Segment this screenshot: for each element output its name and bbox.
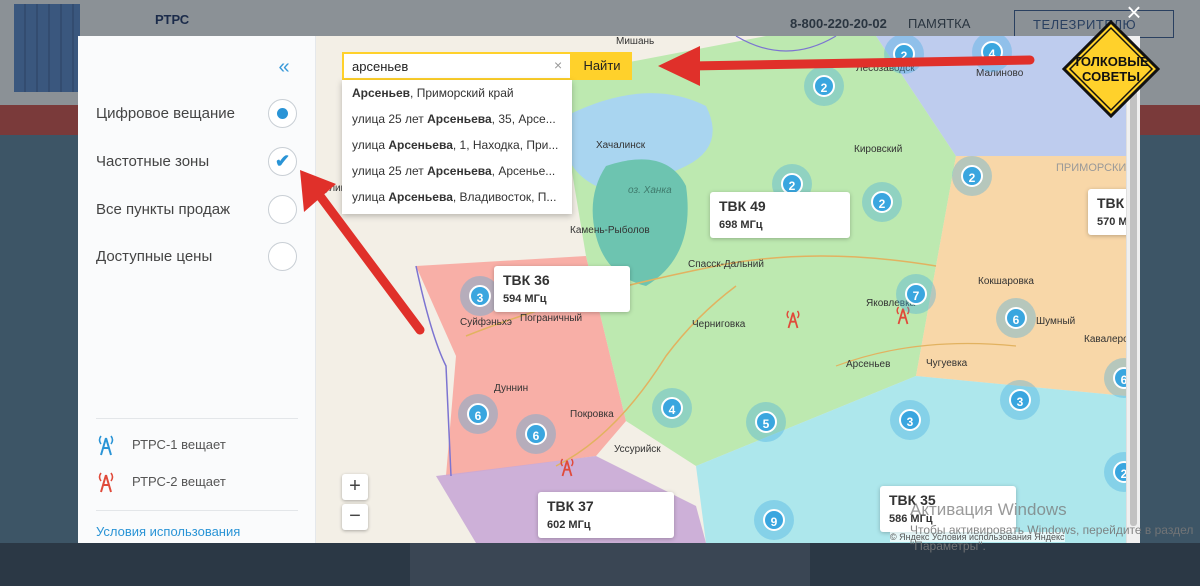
annotation-arrows [300, 46, 1035, 335]
activation-title: Активация Windows [910, 500, 1067, 519]
activation-text: Чтобы активировать Windows, перейдите в … [910, 523, 1194, 553]
arrow-to-find-button [658, 46, 700, 86]
tips-badge-text: ТОЛКОВЫЕ СОВЕТЫ [1073, 54, 1149, 84]
tips-badge: ТОЛКОВЫЕ СОВЕТЫ [1062, 20, 1160, 118]
